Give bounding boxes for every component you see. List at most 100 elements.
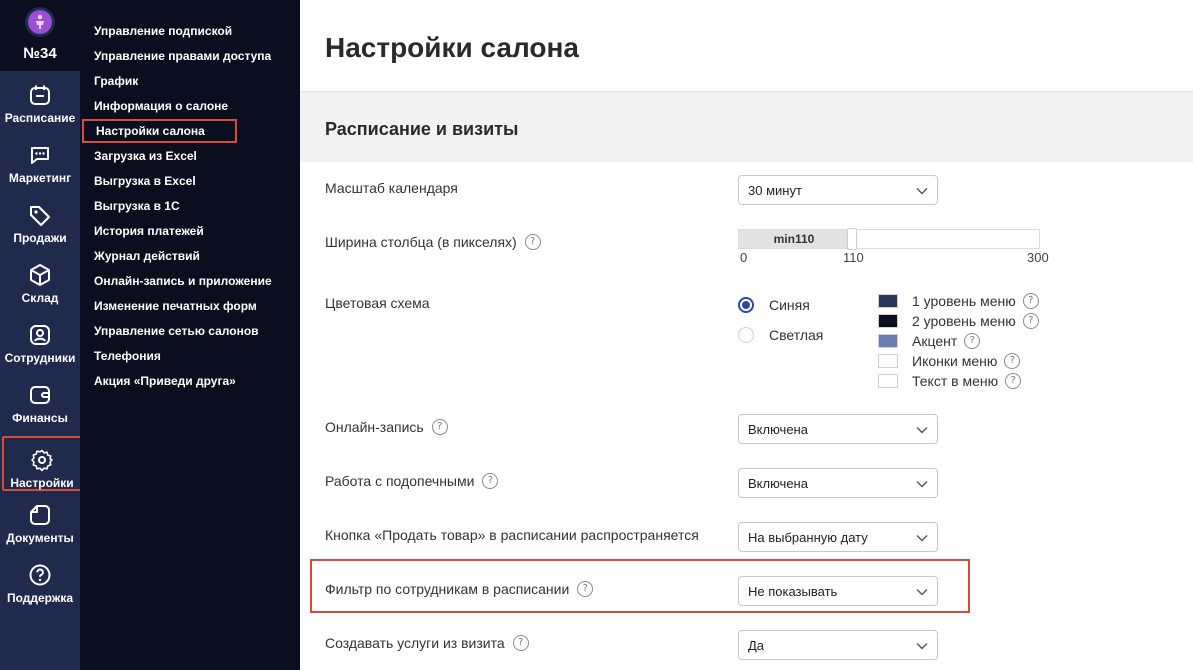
- select-value: На выбранную дату: [748, 530, 868, 545]
- column-width-label: Ширина столбца (в пикселях) ?: [325, 234, 541, 250]
- submenu-item-salon-info[interactable]: Информация о салоне: [94, 96, 228, 116]
- rail-item-label: Расписание: [4, 111, 76, 125]
- help-icon[interactable]: ?: [431, 419, 448, 435]
- swatch-label: 1 уровень меню: [912, 293, 1016, 309]
- submenu-item-payment-history[interactable]: История платежей: [94, 221, 204, 241]
- submenu-item-label: Настройки салона: [96, 124, 205, 138]
- submenu-item-schedule[interactable]: График: [94, 71, 138, 91]
- avatar[interactable]: [25, 7, 55, 37]
- radio-option-light[interactable]: Светлая: [738, 327, 823, 343]
- slider-min-tick: 0: [740, 250, 748, 265]
- main-content: Настройки салона Расписание и визиты Мас…: [300, 0, 1193, 670]
- rail-item-label: Маркетинг: [8, 171, 72, 185]
- setting-label: Онлайн-запись: [325, 419, 424, 435]
- help-icon[interactable]: ?: [482, 473, 499, 489]
- rail-item-marketing[interactable]: Маркетинг: [0, 131, 80, 191]
- color-swatch[interactable]: [878, 374, 898, 388]
- swatch-row-accent: Акцент ?: [878, 333, 981, 349]
- create-services-select[interactable]: Да: [738, 630, 938, 660]
- select-value: Не показывать: [748, 584, 838, 599]
- swatch-label: 2 уровень меню: [912, 313, 1016, 329]
- radio-option-blue[interactable]: Синяя: [738, 297, 810, 313]
- submenu-item-salon-settings[interactable]: Настройки салона: [82, 119, 237, 143]
- submenu-item-online-booking[interactable]: Онлайн-запись и приложение: [94, 271, 272, 291]
- submenu-item-print-forms[interactable]: Изменение печатных форм: [94, 296, 257, 316]
- submenu-item-action-log[interactable]: Журнал действий: [94, 246, 200, 266]
- help-icon[interactable]: ?: [524, 234, 541, 250]
- online-booking-select[interactable]: Включена: [738, 414, 938, 444]
- rail-item-label: Склад: [21, 291, 59, 305]
- help-icon[interactable]: ?: [1022, 293, 1039, 309]
- setting-label: Работа с подопечными: [325, 473, 475, 489]
- rail-item-schedule[interactable]: Расписание: [0, 71, 80, 131]
- submenu-item-1c-export[interactable]: Выгрузка в 1С: [94, 196, 180, 216]
- section-header: Расписание и визиты: [300, 91, 1193, 162]
- color-scheme-label: Цветовая схема: [325, 295, 430, 311]
- slider-value-text: min110: [773, 232, 815, 246]
- submenu-item-excel-import[interactable]: Загрузка из Excel: [94, 146, 197, 166]
- salon-header: №34: [0, 0, 80, 71]
- submenu-item-subscription[interactable]: Управление подпиской: [94, 21, 232, 41]
- rail-item-settings[interactable]: Настройки: [2, 436, 82, 491]
- help-icon[interactable]: ?: [1005, 373, 1022, 389]
- slider-current-tick: 110: [843, 250, 864, 265]
- rail-item-warehouse[interactable]: Склад: [0, 251, 80, 311]
- staff-filter-select[interactable]: Не показывать: [738, 576, 938, 606]
- radio-button[interactable]: [738, 297, 754, 313]
- slider-handle[interactable]: [847, 228, 857, 250]
- setting-label: Ширина столбца (в пикселях): [325, 234, 517, 250]
- submenu-item-access-rights[interactable]: Управление правами доступа: [94, 46, 271, 66]
- color-swatch[interactable]: [878, 334, 898, 348]
- swatch-row-menu-icons: Иконки меню ?: [878, 353, 1021, 369]
- swatch-row-menu-level-2: 2 уровень меню ?: [878, 313, 1039, 329]
- question-icon: [29, 564, 51, 586]
- submenu-item-telephony[interactable]: Телефония: [94, 346, 161, 366]
- select-value: 30 минут: [748, 183, 802, 198]
- calendar-scale-select[interactable]: 30 минут: [738, 175, 938, 205]
- radio-label: Синяя: [769, 297, 810, 313]
- help-icon[interactable]: ?: [1004, 353, 1021, 369]
- page-title: Настройки салона: [325, 32, 579, 63]
- submenu-item-salon-network[interactable]: Управление сетью салонов: [94, 321, 259, 341]
- select-value: Да: [748, 638, 765, 653]
- help-icon[interactable]: ?: [964, 333, 981, 349]
- swatch-label: Иконки меню: [912, 353, 998, 369]
- rail-item-label: Продажи: [13, 231, 67, 245]
- rail-item-finance[interactable]: Финансы: [0, 371, 80, 431]
- submenu-item-excel-export[interactable]: Выгрузка в Excel: [94, 171, 196, 191]
- submenu-item-referral[interactable]: Акция «Приведи друга»: [94, 371, 236, 391]
- rail-item-label: Настройки: [10, 476, 74, 490]
- help-icon[interactable]: ?: [1022, 313, 1039, 329]
- setting-label: Масштаб календаря: [325, 180, 458, 196]
- sell-button-select[interactable]: На выбранную дату: [738, 522, 938, 552]
- wards-select[interactable]: Включена: [738, 468, 938, 498]
- help-icon[interactable]: ?: [512, 635, 529, 651]
- color-swatch[interactable]: [878, 294, 898, 308]
- rail-item-documents[interactable]: Документы: [0, 491, 80, 551]
- color-swatch[interactable]: [878, 354, 898, 368]
- chat-icon: [31, 147, 49, 164]
- setting-label: Фильтр по сотрудникам в расписании: [325, 581, 570, 597]
- rail-item-label: Поддержка: [6, 591, 74, 605]
- rail-item-support[interactable]: Поддержка: [0, 551, 80, 611]
- rail-item-sales[interactable]: Продажи: [0, 191, 80, 251]
- help-icon[interactable]: ?: [577, 581, 594, 597]
- color-swatch[interactable]: [878, 314, 898, 328]
- section-title: Расписание и визиты: [325, 119, 519, 139]
- calendar-icon: [30, 85, 50, 105]
- staff-filter-label: Фильтр по сотрудникам в расписании ?: [325, 581, 594, 597]
- slider-max-tick: 300: [1027, 250, 1049, 265]
- select-value: Включена: [748, 422, 808, 437]
- radio-button[interactable]: [738, 327, 754, 343]
- swatch-row-menu-level-1: 1 уровень меню ?: [878, 293, 1039, 309]
- wards-label: Работа с подопечными ?: [325, 473, 499, 489]
- calendar-scale-label: Масштаб календаря: [325, 180, 458, 196]
- swatch-label: Текст в меню: [912, 373, 999, 389]
- swatch-row-menu-text: Текст в меню ?: [878, 373, 1022, 389]
- online-booking-label: Онлайн-запись ?: [325, 419, 448, 435]
- rail-item-staff[interactable]: Сотрудники: [0, 311, 80, 371]
- column-width-slider[interactable]: min110: [738, 228, 1040, 250]
- sell-button-label: Кнопка «Продать товар» в расписании расп…: [325, 527, 699, 543]
- radio-label: Светлая: [769, 327, 824, 343]
- document-icon: [30, 505, 50, 525]
